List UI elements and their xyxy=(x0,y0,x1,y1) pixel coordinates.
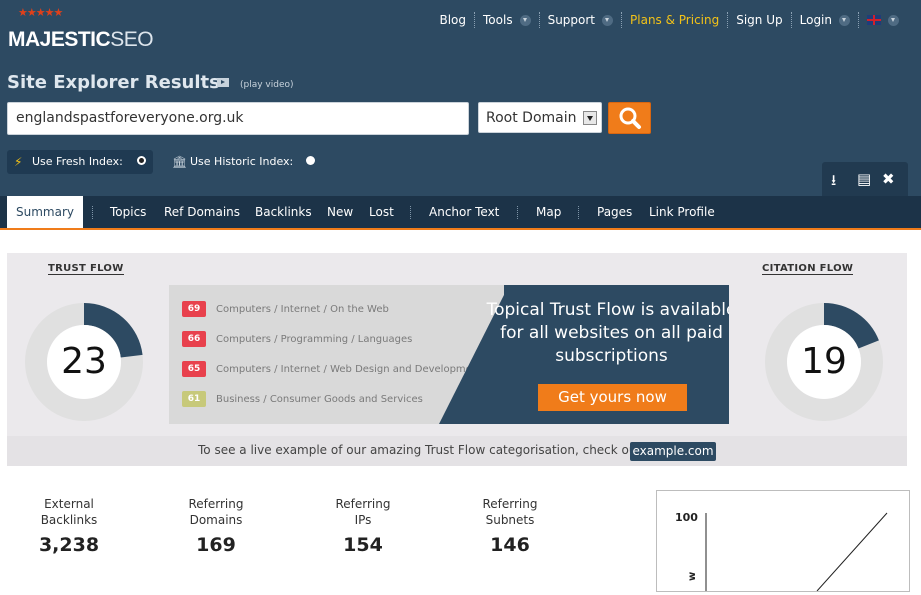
tools-icon[interactable]: ✖ xyxy=(882,170,895,188)
historic-index-radio[interactable] xyxy=(306,156,315,165)
tab-lost[interactable]: Lost xyxy=(369,196,394,228)
domain-search-input[interactable]: englandspastforeveryone.org.uk xyxy=(7,102,469,135)
nav-sign-up[interactable]: Sign Up xyxy=(727,12,790,28)
stat-external-backlinks[interactable]: External Backlinks 3,238 xyxy=(19,496,119,556)
tab-anchor-text[interactable]: Anchor Text xyxy=(429,196,499,228)
nav-login[interactable]: Login xyxy=(790,12,858,28)
tool-panel: ⭳ ▤ ✖ xyxy=(822,162,908,196)
stat-value: 154 xyxy=(343,534,383,556)
uk-flag-icon xyxy=(867,15,881,25)
chevron-down-icon xyxy=(583,111,597,125)
chevron-down-icon xyxy=(602,14,614,26)
chevron-down-icon xyxy=(888,14,899,26)
tab-link-profile[interactable]: Link Profile xyxy=(649,196,715,228)
stat-value: 169 xyxy=(196,534,236,556)
scope-select[interactable]: Root Domain xyxy=(478,102,602,133)
search-button[interactable] xyxy=(608,102,651,134)
tab-divider xyxy=(410,206,411,219)
header: ★★★★★ MAJESTICSEO Blog Tools Support Pla… xyxy=(0,0,921,196)
nav-tools[interactable]: Tools xyxy=(474,12,539,28)
lightning-icon: ⚡ xyxy=(14,155,23,169)
live-example-text: To see a live example of our amazing Tru… xyxy=(198,443,642,457)
magnifier-icon xyxy=(619,107,641,129)
historic-index-label: Use Historic Index: xyxy=(190,155,294,168)
fresh-index-radio[interactable] xyxy=(137,156,146,165)
topic-category: 65 Computers / Internet / Web Design and … xyxy=(182,360,482,380)
flow-metric-chart[interactable]: 100 w xyxy=(656,490,910,592)
tab-divider xyxy=(517,206,518,219)
nav-support[interactable]: Support xyxy=(538,12,621,28)
chevron-down-icon xyxy=(839,14,850,26)
tab-summary[interactable]: Summary xyxy=(7,196,83,228)
chart-diagonal-line xyxy=(816,512,888,592)
get-yours-now-button[interactable]: Get yours now xyxy=(538,384,687,411)
tab-map[interactable]: Map xyxy=(536,196,561,228)
citation-flow-title: CITATION FLOW xyxy=(762,263,854,275)
example-link[interactable]: example.com xyxy=(630,442,716,461)
topic-category: 69 Computers / Internet / On the Web xyxy=(182,300,389,320)
play-video-link[interactable]: (play video) xyxy=(240,80,294,90)
logo-main-text: MAJESTIC xyxy=(8,28,111,51)
top-navigation: Blog Tools Support Plans & Pricing Sign … xyxy=(431,12,907,28)
topical-trust-flow-promo: 69 Computers / Internet / On the Web 66 Co… xyxy=(169,285,729,424)
download-icon[interactable]: ⭳ xyxy=(831,170,836,195)
bank-icon: 🏛 xyxy=(172,155,188,169)
stat-referring-subnets[interactable]: Referring Subnets 146 xyxy=(460,496,560,556)
chevron-down-icon xyxy=(519,14,531,26)
scope-select-value: Root Domain xyxy=(486,110,577,126)
chart-y-tick: 100 xyxy=(675,511,698,524)
nav-blog[interactable]: Blog xyxy=(431,12,474,28)
logo-sub-text: SEO xyxy=(110,28,154,51)
tab-divider xyxy=(578,206,579,219)
report-icon[interactable]: ▤ xyxy=(857,170,871,188)
tab-bar: Summary Topics Ref Domains Backlinks New… xyxy=(0,196,921,230)
promo-message: Topical Trust Flow is available for all … xyxy=(486,300,729,366)
nav-plans-pricing[interactable]: Plans & Pricing xyxy=(621,12,727,28)
language-selector[interactable] xyxy=(858,12,907,28)
citation-flow-gauge[interactable]: 19 xyxy=(764,302,884,422)
citation-flow-value: 19 xyxy=(801,341,847,382)
page-title: Site Explorer Results xyxy=(7,72,220,93)
stat-value: 146 xyxy=(490,534,530,556)
chart-y-label: w xyxy=(687,572,698,581)
historic-index-toggle[interactable]: 🏛 Use Historic Index: xyxy=(170,150,330,174)
stat-referring-ips[interactable]: Referring IPs 154 xyxy=(313,496,413,556)
logo-stars: ★★★★★ xyxy=(18,6,63,19)
tab-ref-domains[interactable]: Ref Domains xyxy=(164,196,240,228)
topic-category: 61 Business / Consumer Goods and Services xyxy=(182,390,423,410)
trust-flow-gauge[interactable]: 23 xyxy=(24,302,144,422)
trust-flow-value: 23 xyxy=(61,341,107,382)
tab-pages[interactable]: Pages xyxy=(597,196,632,228)
majestic-seo-logo[interactable]: ★★★★★ MAJESTICSEO xyxy=(8,6,154,56)
topic-category: 66 Computers / Programming / Languages xyxy=(182,330,412,350)
trust-flow-title: TRUST FLOW xyxy=(48,263,124,275)
stat-referring-domains[interactable]: Referring Domains 169 xyxy=(166,496,266,556)
tab-topics[interactable]: Topics xyxy=(110,196,146,228)
video-icon[interactable] xyxy=(217,78,229,87)
stat-value: 3,238 xyxy=(38,534,100,556)
tab-divider xyxy=(92,206,93,219)
tab-new[interactable]: New xyxy=(327,196,353,228)
fresh-index-label: Use Fresh Index: xyxy=(32,155,123,168)
tab-backlinks[interactable]: Backlinks xyxy=(255,196,312,228)
fresh-index-toggle[interactable]: ⚡ Use Fresh Index: xyxy=(7,150,153,174)
